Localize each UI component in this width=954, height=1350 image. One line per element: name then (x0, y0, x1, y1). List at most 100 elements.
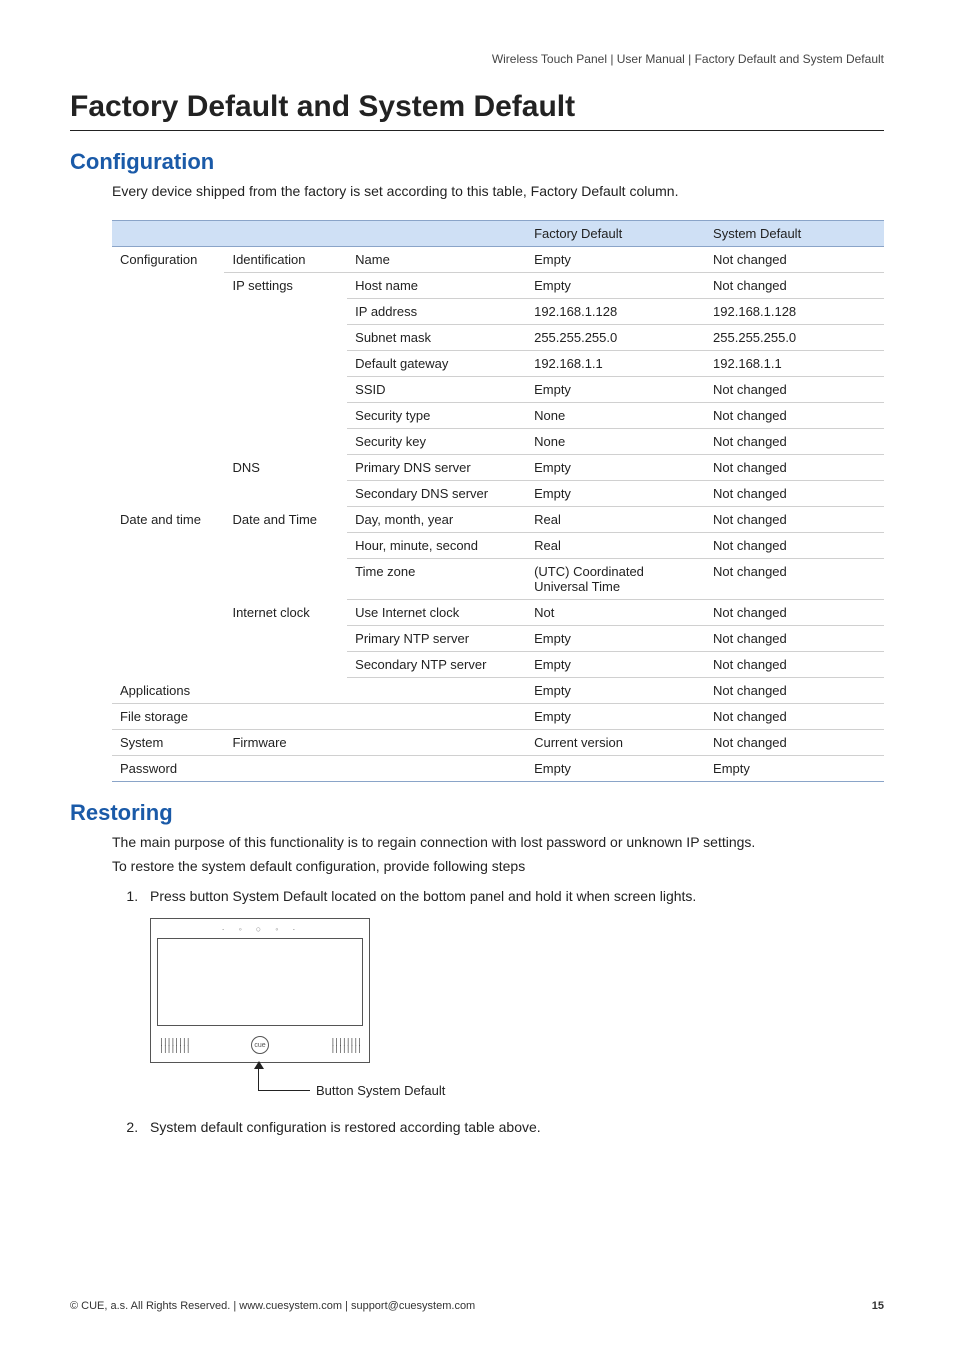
table-cell: Security type (347, 403, 526, 429)
device-screen (157, 938, 363, 1026)
table-cell (224, 756, 347, 782)
footer: © CUE, a.s. All Rights Reserved. | www.c… (70, 1300, 884, 1312)
table-cell: Not changed (705, 533, 884, 559)
table-cell: 255.255.255.0 (526, 325, 705, 351)
table-cell: 192.168.1.1 (526, 351, 705, 377)
table-cell: File storage (112, 704, 224, 730)
table-cell: Firmware (224, 730, 347, 756)
table-cell: Not changed (705, 403, 884, 429)
table-cell: Not changed (705, 455, 884, 481)
configuration-table: Factory Default System Default Configura… (112, 220, 884, 782)
th-blank1 (112, 221, 224, 247)
table-cell: Not changed (705, 652, 884, 678)
table-cell: System (112, 730, 224, 756)
table-cell: Empty (526, 247, 705, 273)
table-cell: Current version (526, 730, 705, 756)
arrow-up-icon (254, 1061, 264, 1069)
table-cell: None (526, 429, 705, 455)
table-cell: Empty (526, 273, 705, 299)
table-cell: 192.168.1.128 (705, 299, 884, 325)
table-cell: Date and Time (224, 507, 347, 600)
table-cell: Not changed (705, 678, 884, 704)
table-cell: Subnet mask (347, 325, 526, 351)
table-cell: None (526, 403, 705, 429)
table-cell: 192.168.1.1 (705, 351, 884, 377)
th-system-default: System Default (705, 221, 884, 247)
restoring-p1: The main purpose of this functionality i… (112, 834, 884, 850)
table-cell: Not changed (705, 481, 884, 507)
table-cell: Not changed (705, 507, 884, 533)
device-diagram: · ◦ ○ ◦ · |||||||||||||||| cue |||||||||… (150, 918, 884, 1099)
table-cell: Not changed (705, 247, 884, 273)
table-cell: Date and time (112, 507, 224, 678)
table-cell: Not (526, 600, 705, 626)
table-cell: Primary DNS server (347, 455, 526, 481)
table-cell (224, 704, 347, 730)
table-cell: Empty (526, 377, 705, 403)
table-cell: Day, month, year (347, 507, 526, 533)
table-cell: Time zone (347, 559, 526, 600)
table-cell: (UTC) Coordinated Universal Time (526, 559, 705, 600)
table-cell: Empty (526, 455, 705, 481)
table-cell: Empty (526, 626, 705, 652)
configuration-heading: Configuration (70, 149, 884, 175)
table-cell: Identification (224, 247, 347, 273)
table-cell: Primary NTP server (347, 626, 526, 652)
table-cell: Real (526, 533, 705, 559)
footer-left: © CUE, a.s. All Rights Reserved. | www.c… (70, 1300, 475, 1312)
th-factory-default: Factory Default (526, 221, 705, 247)
table-cell: Not changed (705, 626, 884, 652)
table-cell: IP settings (224, 273, 347, 455)
configuration-intro: Every device shipped from the factory is… (112, 181, 884, 202)
table-cell (347, 678, 526, 704)
table-cell: Not changed (705, 377, 884, 403)
table-cell: Empty (526, 678, 705, 704)
table-cell (347, 730, 526, 756)
restoring-heading: Restoring (70, 800, 884, 826)
table-cell: SSID (347, 377, 526, 403)
step-2-text: System default configuration is restored… (150, 1119, 541, 1135)
table-cell: Not changed (705, 559, 884, 600)
speaker-right-icon: |||||||||||||||| (330, 1038, 361, 1052)
table-cell: Not changed (705, 273, 884, 299)
diagram-label: Button System Default (316, 1083, 445, 1098)
table-cell: Not changed (705, 730, 884, 756)
table-cell: Hour, minute, second (347, 533, 526, 559)
table-cell: Secondary NTP server (347, 652, 526, 678)
step-2: System default configuration is restored… (142, 1119, 884, 1135)
table-cell: Empty (526, 704, 705, 730)
step-1-text: Press button System Default located on t… (150, 888, 696, 904)
table-cell: Not changed (705, 600, 884, 626)
table-cell: Empty (526, 481, 705, 507)
device-outline: · ◦ ○ ◦ · |||||||||||||||| cue |||||||||… (150, 918, 370, 1063)
table-cell: Host name (347, 273, 526, 299)
table-cell: 192.168.1.128 (526, 299, 705, 325)
table-cell: Security key (347, 429, 526, 455)
table-cell: Internet clock (224, 600, 347, 678)
callout-line: Button System Default (150, 1063, 470, 1099)
th-blank3 (347, 221, 526, 247)
table-cell: Not changed (705, 704, 884, 730)
table-cell (347, 756, 526, 782)
home-button-icon: cue (251, 1036, 269, 1054)
table-cell: Empty (526, 652, 705, 678)
table-cell: Name (347, 247, 526, 273)
table-cell: Empty (705, 756, 884, 782)
page-number: 15 (872, 1300, 884, 1312)
step-1: Press button System Default located on t… (142, 888, 884, 1099)
table-cell: DNS (224, 455, 347, 507)
table-cell (224, 678, 347, 704)
table-cell: Configuration (112, 247, 224, 507)
breadcrumb: Wireless Touch Panel | User Manual | Fac… (70, 52, 884, 66)
table-cell: Applications (112, 678, 224, 704)
table-cell: Password (112, 756, 224, 782)
table-cell: IP address (347, 299, 526, 325)
speaker-left-icon: |||||||||||||||| (159, 1038, 190, 1052)
table-cell: Default gateway (347, 351, 526, 377)
table-cell: 255.255.255.0 (705, 325, 884, 351)
table-cell: Secondary DNS server (347, 481, 526, 507)
table-cell: Use Internet clock (347, 600, 526, 626)
table-cell: Empty (526, 756, 705, 782)
table-cell: Real (526, 507, 705, 533)
device-sensor-icon: · ◦ ○ ◦ · (157, 925, 363, 934)
